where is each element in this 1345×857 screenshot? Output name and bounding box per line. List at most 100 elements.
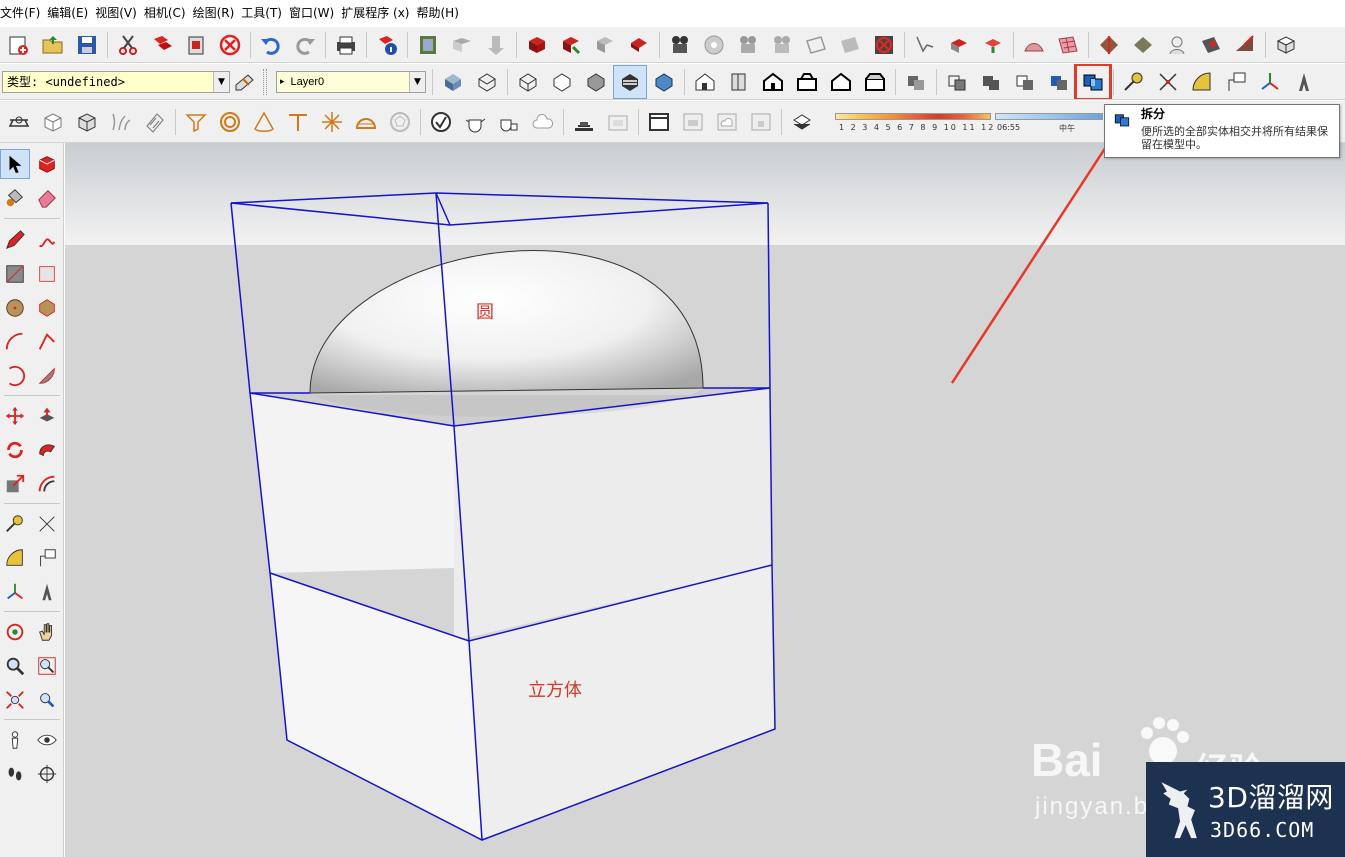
print-icon[interactable]: [329, 28, 363, 62]
pan-hand-icon[interactable]: [32, 617, 62, 647]
time-slider[interactable]: [995, 112, 1103, 120]
previous-view-icon[interactable]: [32, 685, 62, 715]
monochrome-icon[interactable]: [647, 65, 681, 99]
zoom-extents-icon[interactable]: [0, 685, 30, 715]
rotated-rectangle-icon[interactable]: [32, 259, 62, 289]
protractor-icon[interactable]: [1185, 65, 1219, 99]
circle-icon[interactable]: [0, 293, 30, 323]
section-plane-icon[interactable]: [799, 28, 833, 62]
entity-type-field[interactable]: 类型: <undefined> ▼: [2, 70, 230, 93]
menu-help[interactable]: 帮助(H): [416, 0, 465, 26]
model-info-icon[interactable]: [370, 28, 404, 62]
push-pull-icon[interactable]: [32, 401, 62, 431]
window-box-icon[interactable]: [676, 105, 710, 139]
teapot-hand-icon[interactable]: [492, 105, 526, 139]
tape-measure-icon[interactable]: [1117, 65, 1151, 99]
protractor-tool-icon[interactable]: [0, 543, 30, 573]
erase-icon[interactable]: [213, 28, 247, 62]
text-tool-icon[interactable]: [1219, 65, 1253, 99]
funnel-tool-icon[interactable]: [179, 105, 213, 139]
paste-icon[interactable]: [179, 28, 213, 62]
trim-icon[interactable]: [1042, 65, 1076, 99]
photo-match-icon[interactable]: [567, 105, 601, 139]
orbit-icon[interactable]: [0, 617, 30, 647]
eraser-icon[interactable]: [32, 183, 62, 213]
crosshair-icon[interactable]: [32, 759, 62, 789]
rectangle-icon[interactable]: [0, 259, 30, 289]
zoom-window-icon[interactable]: [32, 651, 62, 681]
disc-icon[interactable]: [697, 28, 731, 62]
axes-tool-icon[interactable]: [0, 577, 30, 607]
menu-edit[interactable]: 编辑(E): [47, 0, 95, 26]
hatch-icon[interactable]: [138, 105, 172, 139]
scale-icon[interactable]: [0, 469, 30, 499]
layer-select[interactable]: ▸ Layer0 ▼: [276, 70, 426, 93]
rotate-icon[interactable]: [0, 435, 30, 465]
hidden-line-icon[interactable]: [545, 65, 579, 99]
dimension-icon[interactable]: [1151, 65, 1185, 99]
shadows-toggle-icon[interactable]: [785, 105, 819, 139]
dimension-tool-icon[interactable]: [32, 509, 62, 539]
3pt-arc-icon[interactable]: [0, 361, 30, 391]
freehand-icon[interactable]: [32, 225, 62, 255]
make-component-icon[interactable]: [554, 28, 588, 62]
polygon-icon[interactable]: [32, 293, 62, 323]
sandbox-stamp-icon[interactable]: [942, 28, 976, 62]
house-front-icon[interactable]: [756, 65, 790, 99]
paint-bucket-icon[interactable]: [0, 183, 30, 213]
make-component-tool-icon[interactable]: [32, 149, 62, 179]
pie-icon[interactable]: [32, 361, 62, 391]
shaded-icon[interactable]: [579, 65, 613, 99]
terrain-icon[interactable]: [1194, 28, 1228, 62]
menu-camera[interactable]: 相机(C): [144, 0, 193, 26]
3d-text-icon[interactable]: [1287, 65, 1321, 99]
copy-icon[interactable]: [145, 28, 179, 62]
house-iso-icon[interactable]: [688, 65, 722, 99]
position-camera-icon[interactable]: [0, 725, 30, 755]
cone-tool-icon[interactable]: [247, 105, 281, 139]
cut-icon[interactable]: [111, 28, 145, 62]
move-icon[interactable]: [0, 401, 30, 431]
house-back-icon[interactable]: [824, 65, 858, 99]
terrain-red-icon[interactable]: [1228, 28, 1262, 62]
union-icon[interactable]: [974, 65, 1008, 99]
entity-edit-icon[interactable]: [230, 65, 260, 99]
undo-icon[interactable]: [254, 28, 288, 62]
photo-match-gray-icon[interactable]: [601, 105, 635, 139]
component-icon[interactable]: [520, 28, 554, 62]
window-lock-icon[interactable]: [744, 105, 778, 139]
offset-icon[interactable]: [32, 469, 62, 499]
follow-me-icon[interactable]: [32, 435, 62, 465]
teapot-icon[interactable]: [458, 105, 492, 139]
chevron-down-icon[interactable]: ▼: [409, 71, 425, 92]
save-icon[interactable]: [70, 28, 104, 62]
tee-tool-icon[interactable]: [281, 105, 315, 139]
extension-icon[interactable]: [1269, 28, 1303, 62]
open-folder-icon[interactable]: [36, 28, 70, 62]
face-me-icon[interactable]: [1160, 28, 1194, 62]
camera-record-icon[interactable]: [663, 28, 697, 62]
redo-icon[interactable]: [288, 28, 322, 62]
window-cloud-icon[interactable]: [710, 105, 744, 139]
text-label-icon[interactable]: [32, 543, 62, 573]
menu-window[interactable]: 窗口(W): [289, 0, 341, 26]
menu-draw[interactable]: 绘图(R): [193, 0, 242, 26]
share-model-icon[interactable]: [445, 28, 479, 62]
sandbox-smoove-icon[interactable]: [908, 28, 942, 62]
select-arrow-icon[interactable]: [0, 149, 30, 179]
top-view-icon[interactable]: [470, 65, 504, 99]
axes-icon[interactable]: [1253, 65, 1287, 99]
tape-measure-tool-icon[interactable]: [0, 509, 30, 539]
materials-icon[interactable]: [622, 28, 656, 62]
sandbox-drape-icon[interactable]: [976, 28, 1010, 62]
box-outline-icon[interactable]: [36, 105, 70, 139]
menu-tools[interactable]: 工具(T): [241, 0, 289, 26]
stop-icon[interactable]: [867, 28, 901, 62]
subtract-icon[interactable]: [1008, 65, 1042, 99]
2pt-arc-icon[interactable]: [32, 327, 62, 357]
iso-view-icon[interactable]: [436, 65, 470, 99]
look-around-eye-icon[interactable]: [32, 725, 62, 755]
shaded-textures-icon[interactable]: [613, 64, 647, 99]
walk-footprints-icon[interactable]: [0, 759, 30, 789]
model-viewport[interactable]: 圆 立方体 Bai 经验 jingyan.b: [65, 143, 1345, 857]
